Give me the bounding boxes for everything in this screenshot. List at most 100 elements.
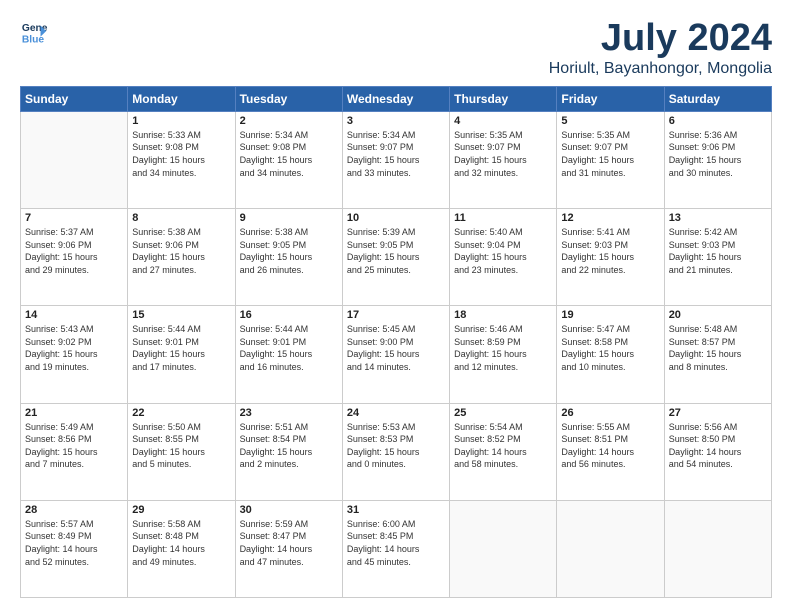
calendar-cell: 22Sunrise: 5:50 AMSunset: 8:55 PMDayligh… <box>128 403 235 500</box>
day-number: 10 <box>347 212 445 224</box>
calendar-cell: 7 Sunrise: 5:37 AMSunset: 9:06 PMDaylight… <box>21 209 128 306</box>
day-number: 25 <box>454 407 552 419</box>
weekday-header-saturday: Saturday <box>664 86 771 111</box>
logo: General Blue <box>20 18 48 46</box>
calendar-cell: 20 Sunrise: 5:48 AMSunset: 8:57 PMDayligh… <box>664 306 771 403</box>
weekday-header-thursday: Thursday <box>450 86 557 111</box>
calendar-cell: 18Sunrise: 5:46 AMSunset: 8:59 PMDayligh… <box>450 306 557 403</box>
week-row-2: 7 Sunrise: 5:37 AMSunset: 9:06 PMDaylight… <box>21 209 772 306</box>
calendar-cell: 10 Sunrise: 5:39 AMSunset: 9:05 PMDayligh… <box>342 209 449 306</box>
day-number: 9 <box>240 212 338 224</box>
day-number: 7 <box>25 212 123 224</box>
day-number: 3 <box>347 115 445 127</box>
calendar-cell: 5 Sunrise: 5:35 AMSunset: 9:07 PMDaylight… <box>557 111 664 208</box>
calendar-cell: 11 Sunrise: 5:40 AMSunset: 9:04 PMDayligh… <box>450 209 557 306</box>
calendar-cell: 21 Sunrise: 5:49 AMSunset: 8:56 PMDayligh… <box>21 403 128 500</box>
day-number: 5 <box>561 115 659 127</box>
calendar-cell: 4Sunrise: 5:35 AMSunset: 9:07 PMDaylight… <box>450 111 557 208</box>
calendar-cell: 13 Sunrise: 5:42 AMSunset: 9:03 PMDayligh… <box>664 209 771 306</box>
day-number: 26 <box>561 407 659 419</box>
week-row-1: 1 Sunrise: 5:33 AMSunset: 9:08 PMDaylight… <box>21 111 772 208</box>
calendar-cell: 27Sunrise: 5:56 AMSunset: 8:50 PMDayligh… <box>664 403 771 500</box>
day-number: 16 <box>240 309 338 321</box>
calendar-table: SundayMondayTuesdayWednesdayThursdayFrid… <box>20 86 772 598</box>
week-row-5: 28Sunrise: 5:57 AMSunset: 8:49 PMDayligh… <box>21 500 772 597</box>
day-info: Sunrise: 5:34 AMSunset: 9:07 PMDaylight:… <box>347 129 445 179</box>
day-info: Sunrise: 5:43 AMSunset: 9:02 PMDaylight:… <box>25 323 123 373</box>
calendar-cell <box>557 500 664 597</box>
week-row-3: 14 Sunrise: 5:43 AMSunset: 9:02 PMDayligh… <box>21 306 772 403</box>
day-info: Sunrise: 5:38 AMSunset: 9:05 PMDaylight:… <box>240 226 338 276</box>
calendar-cell: 8 Sunrise: 5:38 AMSunset: 9:06 PMDaylight… <box>128 209 235 306</box>
day-number: 1 <box>132 115 230 127</box>
calendar-cell: 29 Sunrise: 5:58 AMSunset: 8:48 PMDayligh… <box>128 500 235 597</box>
day-number: 31 <box>347 504 445 516</box>
weekday-header-row: SundayMondayTuesdayWednesdayThursdayFrid… <box>21 86 772 111</box>
weekday-header-tuesday: Tuesday <box>235 86 342 111</box>
day-number: 14 <box>25 309 123 321</box>
month-title: July 2024 <box>549 18 772 60</box>
day-number: 19 <box>561 309 659 321</box>
weekday-header-monday: Monday <box>128 86 235 111</box>
day-info: Sunrise: 5:37 AMSunset: 9:06 PMDaylight:… <box>25 226 123 276</box>
calendar-cell: 28Sunrise: 5:57 AMSunset: 8:49 PMDayligh… <box>21 500 128 597</box>
day-number: 21 <box>25 407 123 419</box>
day-info: Sunrise: 5:59 AMSunset: 8:47 PMDaylight:… <box>240 518 338 568</box>
day-number: 28 <box>25 504 123 516</box>
week-row-4: 21 Sunrise: 5:49 AMSunset: 8:56 PMDayligh… <box>21 403 772 500</box>
day-number: 17 <box>347 309 445 321</box>
day-info: Sunrise: 5:44 AMSunset: 9:01 PMDaylight:… <box>240 323 338 373</box>
day-info: Sunrise: 5:33 AMSunset: 9:08 PMDaylight:… <box>132 129 230 179</box>
day-info: Sunrise: 6:00 AMSunset: 8:45 PMDaylight:… <box>347 518 445 568</box>
calendar-cell: 14 Sunrise: 5:43 AMSunset: 9:02 PMDayligh… <box>21 306 128 403</box>
logo-icon: General Blue <box>20 18 48 46</box>
day-number: 12 <box>561 212 659 224</box>
calendar-cell <box>450 500 557 597</box>
day-info: Sunrise: 5:48 AMSunset: 8:57 PMDaylight:… <box>669 323 767 373</box>
calendar-cell: 12Sunrise: 5:41 AMSunset: 9:03 PMDayligh… <box>557 209 664 306</box>
day-info: Sunrise: 5:34 AMSunset: 9:08 PMDaylight:… <box>240 129 338 179</box>
day-number: 18 <box>454 309 552 321</box>
day-info: Sunrise: 5:49 AMSunset: 8:56 PMDaylight:… <box>25 421 123 471</box>
title-block: July 2024 Horiult, Bayanhongor, Mongolia <box>549 18 772 78</box>
location-title: Horiult, Bayanhongor, Mongolia <box>549 60 772 78</box>
day-info: Sunrise: 5:53 AMSunset: 8:53 PMDaylight:… <box>347 421 445 471</box>
day-info: Sunrise: 5:51 AMSunset: 8:54 PMDaylight:… <box>240 421 338 471</box>
weekday-header-friday: Friday <box>557 86 664 111</box>
day-info: Sunrise: 5:45 AMSunset: 9:00 PMDaylight:… <box>347 323 445 373</box>
calendar-cell: 15Sunrise: 5:44 AMSunset: 9:01 PMDayligh… <box>128 306 235 403</box>
calendar-cell: 16 Sunrise: 5:44 AMSunset: 9:01 PMDayligh… <box>235 306 342 403</box>
calendar-cell: 30 Sunrise: 5:59 AMSunset: 8:47 PMDayligh… <box>235 500 342 597</box>
day-info: Sunrise: 5:35 AMSunset: 9:07 PMDaylight:… <box>561 129 659 179</box>
day-info: Sunrise: 5:56 AMSunset: 8:50 PMDaylight:… <box>669 421 767 471</box>
calendar-cell: 23 Sunrise: 5:51 AMSunset: 8:54 PMDayligh… <box>235 403 342 500</box>
day-number: 4 <box>454 115 552 127</box>
calendar-cell: 24 Sunrise: 5:53 AMSunset: 8:53 PMDayligh… <box>342 403 449 500</box>
day-number: 24 <box>347 407 445 419</box>
day-number: 22 <box>132 407 230 419</box>
day-info: Sunrise: 5:39 AMSunset: 9:05 PMDaylight:… <box>347 226 445 276</box>
weekday-header-sunday: Sunday <box>21 86 128 111</box>
day-number: 13 <box>669 212 767 224</box>
day-number: 29 <box>132 504 230 516</box>
day-number: 23 <box>240 407 338 419</box>
calendar-cell: 2 Sunrise: 5:34 AMSunset: 9:08 PMDaylight… <box>235 111 342 208</box>
day-info: Sunrise: 5:40 AMSunset: 9:04 PMDaylight:… <box>454 226 552 276</box>
day-info: Sunrise: 5:54 AMSunset: 8:52 PMDaylight:… <box>454 421 552 471</box>
weekday-header-wednesday: Wednesday <box>342 86 449 111</box>
day-info: Sunrise: 5:42 AMSunset: 9:03 PMDaylight:… <box>669 226 767 276</box>
day-number: 6 <box>669 115 767 127</box>
calendar-cell: 9 Sunrise: 5:38 AMSunset: 9:05 PMDaylight… <box>235 209 342 306</box>
day-info: Sunrise: 5:38 AMSunset: 9:06 PMDaylight:… <box>132 226 230 276</box>
calendar-cell: 31 Sunrise: 6:00 AMSunset: 8:45 PMDayligh… <box>342 500 449 597</box>
day-info: Sunrise: 5:58 AMSunset: 8:48 PMDaylight:… <box>132 518 230 568</box>
day-number: 11 <box>454 212 552 224</box>
day-number: 30 <box>240 504 338 516</box>
day-number: 8 <box>132 212 230 224</box>
day-info: Sunrise: 5:44 AMSunset: 9:01 PMDaylight:… <box>132 323 230 373</box>
day-number: 20 <box>669 309 767 321</box>
day-number: 2 <box>240 115 338 127</box>
calendar-cell: 26Sunrise: 5:55 AMSunset: 8:51 PMDayligh… <box>557 403 664 500</box>
calendar-cell: 17 Sunrise: 5:45 AMSunset: 9:00 PMDayligh… <box>342 306 449 403</box>
header: General Blue July 2024 Horiult, Bayanhon… <box>20 18 772 78</box>
